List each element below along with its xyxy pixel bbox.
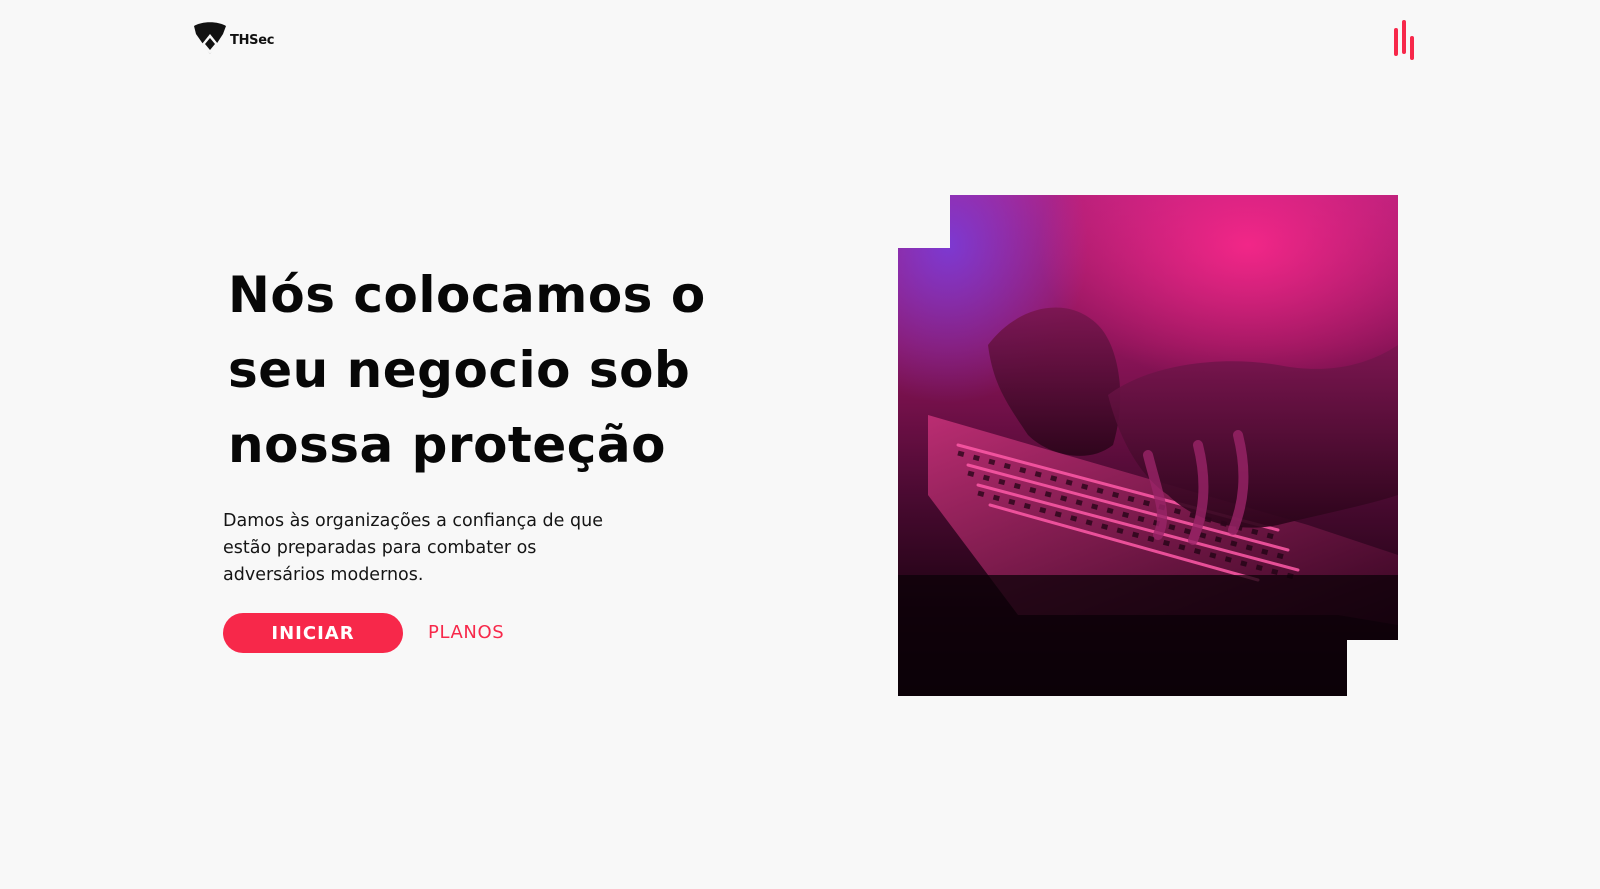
hero-title-line-2: seu negocio sob (228, 341, 691, 399)
menu-button[interactable] (1388, 18, 1420, 62)
logo-link[interactable]: THSec (192, 20, 274, 56)
hero-title: Nós colocamos o seu negocio sob nossa pr… (228, 258, 748, 483)
hero-title-line-1: Nós colocamos o (228, 266, 706, 324)
hero-description: Damos às organizações a confiança de que… (223, 511, 603, 585)
landing-page: THSec Nós colocamos o seu negocio sob no… (0, 0, 1600, 889)
logo-text: THSec (230, 32, 275, 48)
plans-link[interactable]: PLANOS (428, 622, 504, 643)
hero-image-typing-laptop (898, 195, 1398, 696)
start-button[interactable]: INICIAR (223, 613, 403, 653)
hero-title-line-3: nossa proteção (228, 416, 666, 474)
shield-logo-icon (194, 22, 226, 54)
